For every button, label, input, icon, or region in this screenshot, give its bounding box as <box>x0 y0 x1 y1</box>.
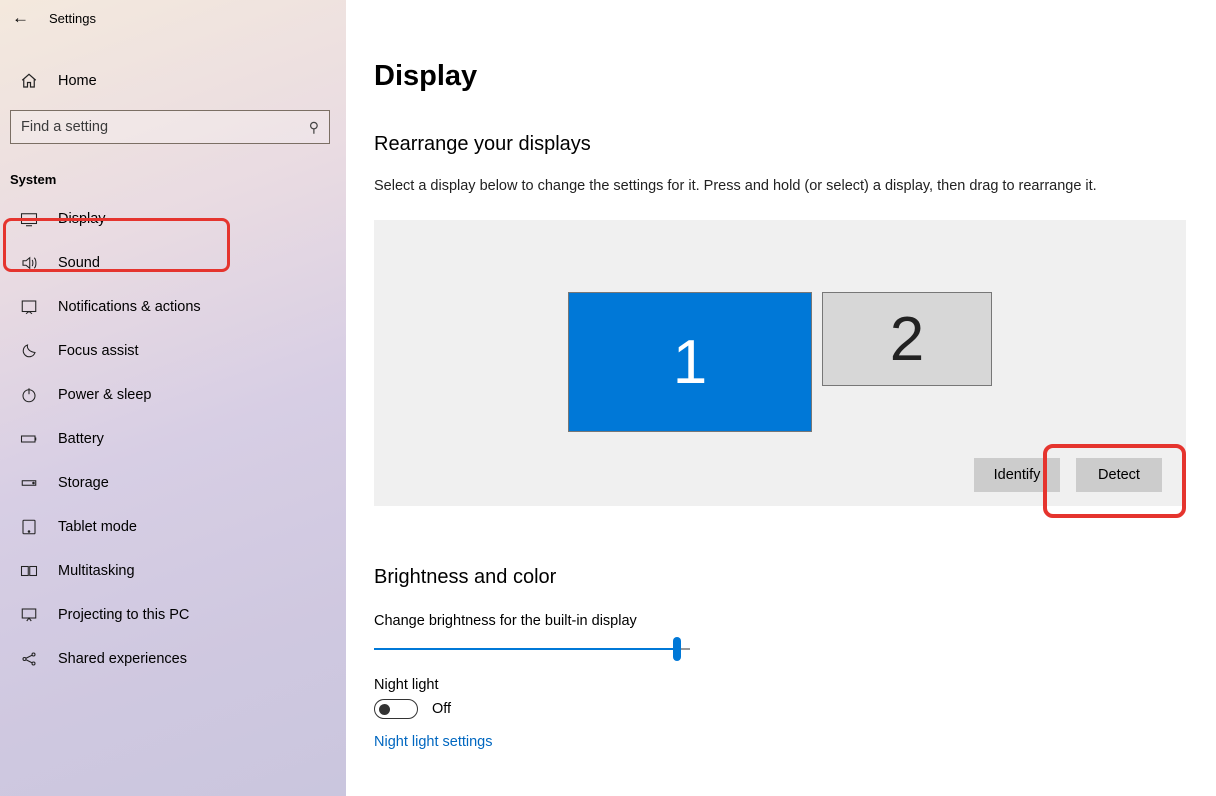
sidebar-item-label: Focus assist <box>58 343 139 359</box>
power-icon <box>20 386 38 404</box>
focus-assist-icon <box>20 342 38 360</box>
sidebar-item-label: Display <box>58 211 106 227</box>
nav-list: Display Sound Notifications & actions Fo… <box>0 197 346 681</box>
sidebar-item-label: Notifications & actions <box>58 299 201 315</box>
search-box[interactable]: ⚲ <box>10 110 330 144</box>
brightness-heading: Brightness and color <box>374 566 1216 589</box>
sidebar-item-sound[interactable]: Sound <box>0 241 346 285</box>
brightness-label: Change brightness for the built-in displ… <box>374 613 1216 629</box>
sound-icon <box>20 254 38 272</box>
identify-button[interactable]: Identify <box>974 458 1060 492</box>
sidebar-item-shared-experiences[interactable]: Shared experiences <box>0 637 346 681</box>
sidebar-item-power-sleep[interactable]: Power & sleep <box>0 373 346 417</box>
nightlight-state: Off <box>432 701 451 717</box>
sidebar-item-projecting[interactable]: Projecting to this PC <box>0 593 346 637</box>
brightness-slider[interactable] <box>374 635 690 663</box>
slider-thumb[interactable] <box>673 637 681 661</box>
search-input[interactable] <box>21 119 309 135</box>
sidebar-item-notifications[interactable]: Notifications & actions <box>0 285 346 329</box>
category-label: System <box>0 144 346 197</box>
home-icon <box>20 72 38 90</box>
monitor-2[interactable]: 2 <box>822 292 992 386</box>
main-content: Display Rearrange your displays Select a… <box>346 0 1216 796</box>
sidebar-item-label: Tablet mode <box>58 519 137 535</box>
back-icon[interactable]: ← <box>12 8 29 28</box>
nightlight-toggle[interactable] <box>374 699 418 719</box>
tablet-icon <box>20 518 38 536</box>
sidebar-item-tablet-mode[interactable]: Tablet mode <box>0 505 346 549</box>
sidebar-item-label: Power & sleep <box>58 387 152 403</box>
display-icon <box>20 210 38 228</box>
sidebar-item-label: Multitasking <box>58 563 135 579</box>
sidebar-item-label: Sound <box>58 255 100 271</box>
battery-icon <box>20 430 38 448</box>
sidebar-item-multitasking[interactable]: Multitasking <box>0 549 346 593</box>
slider-fill <box>374 648 677 650</box>
sidebar-item-focus-assist[interactable]: Focus assist <box>0 329 346 373</box>
nightlight-settings-link[interactable]: Night light settings <box>374 734 492 750</box>
app-title: Settings <box>49 11 96 26</box>
sidebar-item-storage[interactable]: Storage <box>0 461 346 505</box>
page-title: Display <box>374 60 1216 93</box>
projecting-icon <box>20 606 38 624</box>
search-wrap: ⚲ <box>0 98 346 144</box>
shared-icon <box>20 650 38 668</box>
home-label: Home <box>58 73 97 89</box>
home-button[interactable]: Home <box>0 64 346 98</box>
nightlight-label: Night light <box>374 677 1216 693</box>
sidebar-item-battery[interactable]: Battery <box>0 417 346 461</box>
monitor-1[interactable]: 1 <box>568 292 812 432</box>
sidebar-item-label: Projecting to this PC <box>58 607 189 623</box>
sidebar-item-label: Storage <box>58 475 109 491</box>
rearrange-heading: Rearrange your displays <box>374 133 1216 156</box>
notifications-icon <box>20 298 38 316</box>
detect-button[interactable]: Detect <box>1076 458 1162 492</box>
search-icon: ⚲ <box>309 119 319 136</box>
sidebar-item-label: Shared experiences <box>58 651 187 667</box>
sidebar-item-label: Battery <box>58 431 104 447</box>
storage-icon <box>20 474 38 492</box>
sidebar-item-display[interactable]: Display <box>0 197 346 241</box>
monitors-pane: 1 2 Identify Detect <box>374 220 1186 506</box>
sidebar: ← Settings Home ⚲ System Display Sound N… <box>0 0 346 796</box>
rearrange-desc: Select a display below to change the set… <box>374 178 1216 194</box>
multitasking-icon <box>20 562 38 580</box>
